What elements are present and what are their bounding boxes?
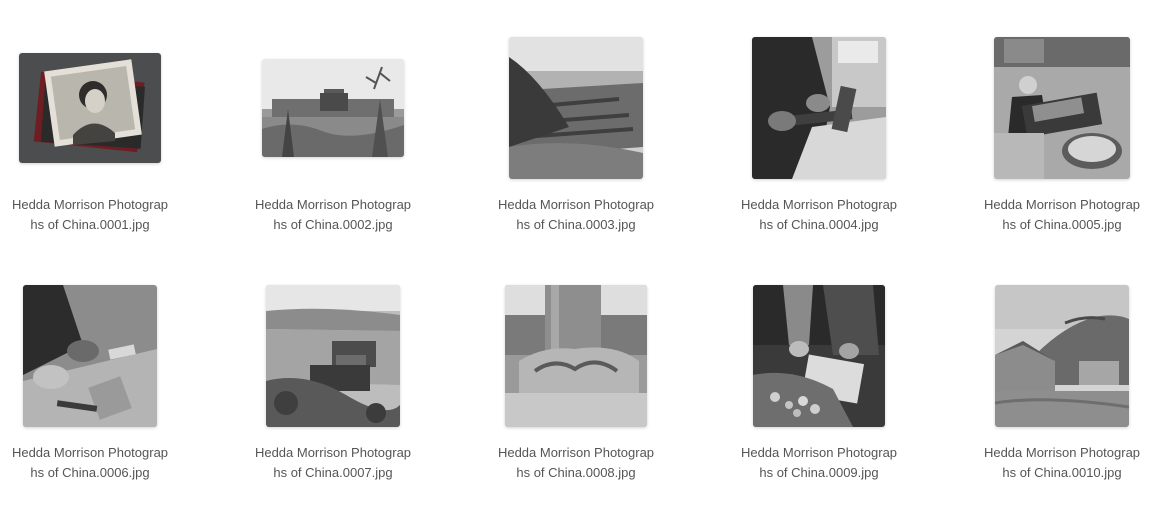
file-name-line-2: hs of China.0003.jpg (516, 217, 636, 232)
file-name: Hedda Morrison Photograp hs of China.000… (233, 443, 433, 483)
file-name: Hedda Morrison Photograp hs of China.000… (233, 195, 433, 235)
file-name-line-1: Hedda Morrison Photograp (11, 197, 169, 212)
photo-thumbnail (23, 284, 157, 427)
file-tile[interactable]: Hedda Morrison Photograp hs of China.000… (476, 30, 676, 260)
file-name-line-1: Hedda Morrison Photograp (11, 445, 169, 460)
file-name-line-2: hs of China.0005.jpg (1002, 217, 1122, 232)
file-tile[interactable]: Hedda Morrison Photograp hs of China.000… (962, 30, 1154, 260)
photo-thumbnail (509, 36, 643, 179)
file-name-line-2: hs of China.0007.jpg (273, 465, 393, 480)
file-tile[interactable]: Hedda Morrison Photograp hs of China.000… (233, 30, 433, 260)
photo-thumbnail (262, 58, 404, 157)
photo-thumbnail (505, 284, 647, 427)
file-name: Hedda Morrison Photograp hs of China.001… (962, 443, 1154, 483)
file-tile[interactable]: Hedda Morrison Photograp hs of China.001… (962, 278, 1154, 508)
file-name: Hedda Morrison Photograp hs of China.000… (962, 195, 1154, 235)
file-name: Hedda Morrison Photograp hs of China.000… (476, 195, 676, 235)
thumbnail-container (0, 278, 190, 433)
thumbnail-container (719, 30, 919, 185)
file-name-line-1: Hedda Morrison Photograp (740, 445, 898, 460)
file-tile[interactable]: Hedda Morrison Photograp hs of China.000… (233, 278, 433, 508)
file-name-line-1: Hedda Morrison Photograp (983, 197, 1141, 212)
thumbnail-container (476, 278, 676, 433)
file-tile[interactable]: Hedda Morrison Photograp hs of China.000… (719, 278, 919, 508)
photo-thumbnail (266, 284, 400, 427)
photo-thumbnail (994, 36, 1130, 179)
file-tile[interactable]: Hedda Morrison Photograp hs of China.000… (0, 278, 190, 508)
file-name-line-2: hs of China.0001.jpg (30, 217, 150, 232)
thumbnail-container (233, 278, 433, 433)
photo-thumbnail (753, 284, 885, 427)
file-name-line-2: hs of China.0008.jpg (516, 465, 636, 480)
file-name-line-1: Hedda Morrison Photograp (497, 197, 655, 212)
file-name-line-2: hs of China.0006.jpg (30, 465, 150, 480)
file-name-line-2: hs of China.0010.jpg (1002, 465, 1122, 480)
thumbnail-container (962, 30, 1154, 185)
file-name: Hedda Morrison Photograp hs of China.000… (719, 443, 919, 483)
file-tile[interactable]: Hedda Morrison Photograp hs of China.000… (0, 30, 190, 260)
file-grid: Hedda Morrison Photograp hs of China.000… (0, 0, 1154, 503)
file-name-line-1: Hedda Morrison Photograp (983, 445, 1141, 460)
thumbnail-container (233, 30, 433, 185)
file-name-line-2: hs of China.0004.jpg (759, 217, 879, 232)
thumbnail-container (719, 278, 919, 433)
file-name-line-2: hs of China.0002.jpg (273, 217, 393, 232)
thumbnail-container (962, 278, 1154, 433)
thumbnail-container (0, 30, 190, 185)
photo-thumbnail (19, 52, 161, 163)
thumbnail-container (476, 30, 676, 185)
photo-thumbnail (752, 36, 886, 179)
file-name-line-1: Hedda Morrison Photograp (497, 445, 655, 460)
file-name: Hedda Morrison Photograp hs of China.000… (476, 443, 676, 483)
file-name: Hedda Morrison Photograp hs of China.000… (0, 195, 190, 235)
file-tile[interactable]: Hedda Morrison Photograp hs of China.000… (719, 30, 919, 260)
file-name-line-2: hs of China.0009.jpg (759, 465, 879, 480)
file-name: Hedda Morrison Photograp hs of China.000… (719, 195, 919, 235)
file-name-line-1: Hedda Morrison Photograp (254, 197, 412, 212)
file-name: Hedda Morrison Photograp hs of China.000… (0, 443, 190, 483)
file-tile[interactable]: Hedda Morrison Photograp hs of China.000… (476, 278, 676, 508)
photo-thumbnail (995, 284, 1129, 427)
file-name-line-1: Hedda Morrison Photograp (740, 197, 898, 212)
file-name-line-1: Hedda Morrison Photograp (254, 445, 412, 460)
